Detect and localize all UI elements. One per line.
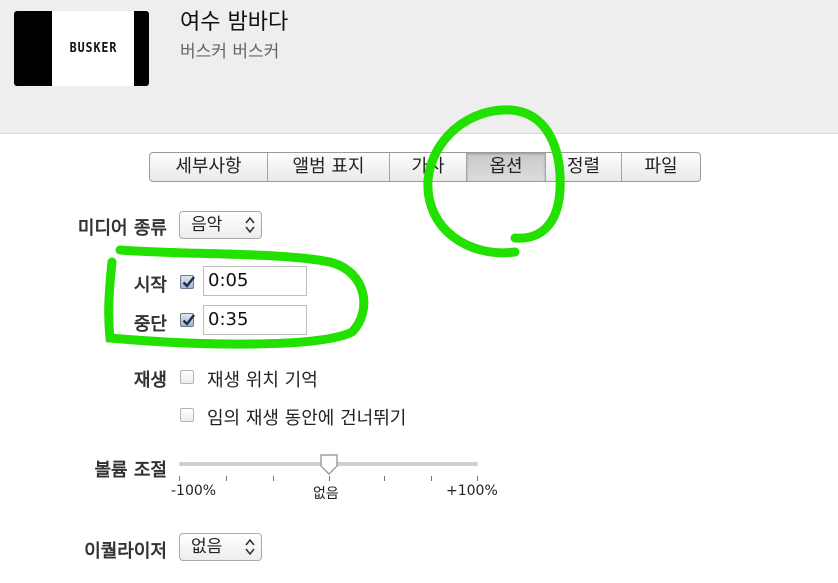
- start-checkbox[interactable]: [180, 275, 195, 289]
- slider-tick: [431, 476, 432, 481]
- artwork-panel: BUSKER: [52, 11, 134, 86]
- select-arrows-icon: [245, 538, 255, 556]
- media-kind-label: 미디어 종류: [77, 218, 167, 239]
- slider-tick: [226, 476, 227, 481]
- skip-shuffle-label: 임의 재생 동안에 건너뛰기: [207, 408, 407, 429]
- playback-label: 재생: [133, 370, 167, 391]
- equalizer-select[interactable]: 없음: [179, 533, 262, 561]
- tab-sorting[interactable]: 정렬: [546, 153, 622, 181]
- volume-max-label: +100%: [446, 483, 498, 499]
- slider-tick: [384, 476, 385, 481]
- slider-tick: [179, 476, 180, 481]
- artwork-logo: BUSKER: [69, 41, 117, 56]
- tab-file[interactable]: 파일: [622, 153, 700, 181]
- volume-label: 볼륨 조절: [94, 460, 167, 481]
- start-time-input[interactable]: 0:05: [203, 266, 307, 296]
- slider-tick: [273, 476, 274, 481]
- info-tabs: 세부사항 앨범 표지 가사 옵션 정렬 파일: [149, 152, 701, 182]
- start-label: 시작: [133, 275, 167, 296]
- equalizer-label: 이퀄라이저: [84, 541, 167, 562]
- stop-checkbox[interactable]: [180, 313, 195, 327]
- equalizer-value: 없음: [191, 537, 223, 557]
- checkmark-icon: [182, 276, 195, 288]
- volume-slider-knob[interactable]: [319, 454, 339, 476]
- checkmark-icon: [182, 314, 195, 326]
- slider-tick: [329, 476, 330, 481]
- volume-min-label: -100%: [171, 483, 217, 499]
- tab-artwork[interactable]: 앨범 표지: [268, 153, 390, 181]
- media-kind-value: 음악: [191, 215, 223, 235]
- artist-name: 버스커 버스커: [180, 42, 280, 62]
- tab-options[interactable]: 옵션: [467, 153, 546, 181]
- track-header: BUSKER 여수 밤바다 버스커 버스커: [0, 0, 838, 134]
- volume-mid-label: 없음: [313, 486, 339, 502]
- skip-shuffle-checkbox[interactable]: [180, 408, 194, 422]
- tab-lyrics[interactable]: 가사: [390, 153, 467, 181]
- select-arrows-icon: [245, 216, 255, 234]
- media-kind-select[interactable]: 음악: [179, 211, 262, 239]
- slider-tick: [477, 476, 478, 481]
- stop-label: 중단: [133, 314, 167, 335]
- remember-position-checkbox[interactable]: [180, 370, 194, 384]
- tab-details[interactable]: 세부사항: [150, 153, 268, 181]
- song-title: 여수 밤바다: [180, 10, 289, 35]
- stop-time-input[interactable]: 0:35: [203, 305, 307, 335]
- album-artwork[interactable]: BUSKER: [14, 11, 149, 86]
- remember-position-label: 재생 위치 기억: [207, 370, 318, 391]
